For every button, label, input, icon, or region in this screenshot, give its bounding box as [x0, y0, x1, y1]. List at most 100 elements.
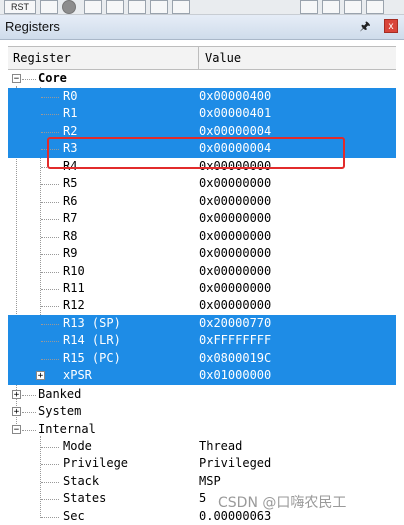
tree-line	[41, 464, 59, 466]
disassembly-window-icon[interactable]	[322, 0, 340, 14]
tree-line	[41, 271, 59, 273]
register-name: R15 (PC)	[63, 350, 121, 365]
internal-name: Stack	[63, 473, 100, 488]
register-row[interactable]: R5 0x00000000	[8, 175, 396, 192]
column-register[interactable]: Register	[13, 51, 71, 65]
tree-node-internal[interactable]: − Internal	[8, 421, 396, 438]
tree-line	[22, 412, 36, 413]
tree-line	[41, 131, 59, 133]
register-name: R14 (LR)	[63, 333, 121, 348]
internal-row[interactable]: Stack MSP	[8, 473, 396, 490]
internal-row[interactable]: Privilege Privileged	[8, 455, 396, 472]
register-row[interactable]: R0 0x00000400	[8, 88, 396, 106]
internal-name: Sec	[63, 508, 85, 523]
register-value[interactable]: 0x00000000	[199, 176, 271, 190]
register-value[interactable]: 0x00000000	[199, 229, 271, 243]
collapse-icon[interactable]: −	[12, 424, 21, 434]
register-name: R8	[63, 228, 78, 243]
tree-node-banked[interactable]: + Banked	[8, 386, 396, 403]
column-divider[interactable]	[198, 47, 199, 69]
tree-line	[41, 288, 59, 290]
register-name: R11	[63, 280, 85, 295]
internal-name: Mode	[63, 439, 92, 453]
reset-button[interactable]: RST	[4, 0, 36, 14]
register-value[interactable]: 0x01000000	[199, 368, 271, 382]
symbols-window-icon[interactable]	[344, 0, 362, 14]
internal-value: 5	[199, 491, 207, 506]
step-out-icon[interactable]	[128, 0, 146, 14]
register-row[interactable]: R11 0x00000000	[8, 280, 396, 297]
internal-value: Privileged	[199, 456, 272, 471]
expand-icon[interactable]: +	[36, 371, 45, 381]
stop-icon[interactable]	[62, 0, 76, 14]
register-name: R7	[63, 211, 78, 226]
close-icon[interactable]: x	[384, 19, 398, 33]
register-value[interactable]: 0x20000770	[199, 316, 271, 330]
tree-line	[41, 184, 59, 186]
tree-line	[41, 219, 59, 221]
register-name: R2	[63, 123, 78, 138]
run-to-cursor-icon[interactable]	[150, 0, 168, 14]
register-row[interactable]: R1 0x00000401	[8, 105, 396, 123]
register-value[interactable]: 0x00000000	[199, 264, 271, 278]
expand-icon[interactable]: +	[12, 407, 21, 417]
step-over-icon[interactable]	[106, 0, 124, 14]
register-name: R12	[63, 298, 85, 313]
tree-line	[41, 114, 59, 116]
pin-icon[interactable]: 🖈	[358, 19, 372, 33]
register-name: R6	[63, 193, 78, 208]
internal-name: Privilege	[63, 456, 129, 471]
internal-row[interactable]: Mode Thread	[8, 438, 396, 455]
register-value[interactable]: 0x00000000	[199, 211, 271, 225]
register-value[interactable]: 0x00000401	[199, 106, 271, 120]
tree-node-core[interactable]: − Core	[8, 70, 396, 87]
collapse-icon[interactable]: −	[12, 74, 21, 84]
register-value[interactable]: 0xFFFFFFFF	[199, 333, 271, 347]
register-value[interactable]: 0x0800019C	[199, 351, 271, 365]
braces-icon[interactable]	[84, 0, 102, 14]
tree-line	[41, 201, 59, 203]
register-row[interactable]: R9 0x00000000	[8, 245, 396, 262]
register-name: R0	[63, 89, 78, 103]
register-row[interactable]: + xPSR 0x01000000	[8, 367, 396, 385]
register-row[interactable]: R15 (PC) 0x0800019C	[8, 349, 396, 368]
panel-title: Registers	[5, 19, 60, 34]
tree-line	[41, 499, 59, 501]
register-value[interactable]: 0x00000000	[199, 194, 271, 208]
banked-label: Banked	[38, 386, 82, 401]
tree-line	[22, 79, 36, 80]
register-value[interactable]: 0x00000000	[199, 246, 271, 260]
tree-line	[41, 236, 59, 238]
system-label: System	[38, 404, 82, 418]
expand-icon[interactable]: +	[12, 389, 21, 399]
register-row[interactable]: R10 0x00000000	[8, 263, 396, 280]
tree-line	[41, 254, 59, 256]
register-row[interactable]: R13 (SP) 0x20000770	[8, 314, 396, 333]
tree-line	[41, 358, 59, 360]
register-value[interactable]: 0x00000400	[199, 89, 271, 103]
tree-line	[22, 429, 36, 431]
registers-window-icon[interactable]	[366, 0, 384, 14]
register-name: R5	[63, 176, 78, 191]
toolbar: RST	[0, 0, 404, 15]
tree-line	[41, 323, 59, 325]
register-row[interactable]: R6 0x00000000	[8, 193, 396, 210]
tree-line	[41, 447, 59, 448]
register-value[interactable]: 0x00000004	[199, 124, 271, 138]
register-value[interactable]: 0x00000000	[199, 298, 271, 312]
core-label: Core	[38, 71, 67, 85]
register-row[interactable]: R8 0x00000000	[8, 228, 396, 245]
tree-node-system[interactable]: + System	[8, 403, 396, 420]
show-next-icon[interactable]	[172, 0, 190, 14]
register-row[interactable]: R14 (LR) 0xFFFFFFFF	[8, 332, 396, 350]
watermark: CSDN @口嗨农民工	[218, 495, 347, 511]
register-row[interactable]: R7 0x00000000	[8, 210, 396, 227]
step-into-icon[interactable]	[40, 0, 58, 14]
internal-name: States	[63, 491, 107, 506]
register-name: R9	[63, 246, 78, 261]
command-window-icon[interactable]	[300, 0, 318, 14]
column-value[interactable]: Value	[205, 51, 241, 65]
register-row[interactable]: R12 0x00000000	[8, 297, 396, 314]
register-value[interactable]: 0x00000000	[199, 281, 271, 295]
highlight-box	[47, 137, 345, 169]
